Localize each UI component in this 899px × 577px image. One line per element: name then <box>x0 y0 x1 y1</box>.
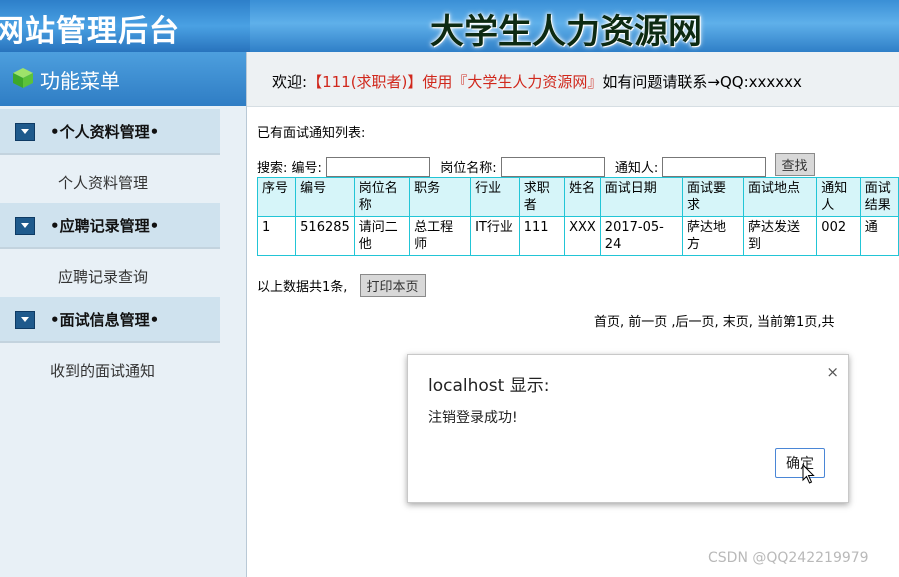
table-header-cell: 面试日期 <box>599 177 683 217</box>
record-count: 以上数据共1条, <box>257 280 348 295</box>
table-header-cell: 面试要求 <box>681 177 744 217</box>
code-label: 编号: <box>291 161 322 176</box>
header-left-banner: 网站管理后台 <box>0 0 250 52</box>
expand-icon <box>15 217 35 235</box>
table-cell: IT行业 <box>470 216 520 256</box>
table-row: 1 516285 请问二他 总工程师 IT行业 111 XXX 2017-05-… <box>256 216 899 256</box>
search-label: 搜索: <box>257 161 288 176</box>
close-icon[interactable]: × <box>826 363 839 381</box>
table-header-cell: 行业 <box>470 177 520 217</box>
ok-button[interactable]: 确定 <box>775 448 825 478</box>
search-button[interactable]: 查找 <box>774 153 815 176</box>
table-header-cell: 面试地点 <box>742 177 818 217</box>
table-cell: 2017-05-24 <box>599 216 683 256</box>
expand-icon <box>15 123 35 141</box>
sidebar-group-label: •面试信息管理• <box>50 311 160 329</box>
list-title: 已有面试通知列表: <box>257 126 366 141</box>
interview-table: 序号 编号 岗位名称 职务 行业 求职者 姓名 面试日期 面试要求 面试地点 通… <box>256 177 899 256</box>
sidebar: 功能菜单 •个人资料管理• 个人资料管理 •应聘记录管理• 应聘记录查询 •面试… <box>0 52 247 577</box>
table-header-cell: 通知人 <box>816 177 861 217</box>
table-header-cell: 求职者 <box>518 177 566 217</box>
watermark: CSDN @QQ242219979 <box>708 550 869 566</box>
sidebar-group-interviews[interactable]: •面试信息管理• <box>0 297 220 343</box>
table-cell: 002 <box>816 216 861 256</box>
table-cell: 萨达发送到 <box>742 216 818 256</box>
table-header-cell: 岗位名称 <box>353 177 411 217</box>
sidebar-group-applications[interactable]: •应聘记录管理• <box>0 203 220 249</box>
table-cell: 111 <box>518 216 566 256</box>
position-input[interactable] <box>500 156 605 177</box>
table-cell: 通 <box>859 216 899 256</box>
welcome-bar: 欢迎:【111(求职者)】使用『大学生人力资源网』如有问题请联系→QQ:xxxx… <box>247 52 899 107</box>
admin-title: 网站管理后台 <box>0 14 180 49</box>
position-label: 岗位名称: <box>440 161 497 176</box>
table-header-cell: 编号 <box>295 177 355 217</box>
cube-icon <box>13 68 33 88</box>
sidebar-group-profile[interactable]: •个人资料管理• <box>0 109 220 155</box>
table-header-cell: 姓名 <box>564 177 601 217</box>
main-content: 已有面试通知列表: 搜索: 编号: 岗位名称: 通知人: 查找 序号 编号 岗位… <box>247 107 899 577</box>
code-input[interactable] <box>326 156 431 177</box>
table-cell: 总工程师 <box>409 216 472 256</box>
table-cell: XXX <box>564 216 601 256</box>
welcome-prefix: 欢迎: <box>272 73 308 91</box>
notifier-input[interactable] <box>662 156 767 177</box>
table-cell: 1 <box>256 216 297 256</box>
table-header-cell: 序号 <box>256 177 297 217</box>
menu-header: 功能菜单 <box>0 52 246 106</box>
table-header-cell: 面试结果 <box>859 177 899 217</box>
table-header-row: 序号 编号 岗位名称 职务 行业 求职者 姓名 面试日期 面试要求 面试地点 通… <box>256 177 899 217</box>
sidebar-item-interview-notices[interactable]: 收到的面试通知 <box>50 360 155 381</box>
table-cell: 萨达地方 <box>681 216 744 256</box>
menu-title: 功能菜单 <box>40 69 120 93</box>
alert-dialog: localhost 显示: × 注销登录成功! 确定 <box>407 354 849 503</box>
search-bar: 搜索: 编号: 岗位名称: 通知人: 查找 <box>257 153 815 177</box>
welcome-text: 欢迎:【111(求职者)】使用『大学生人力资源网』如有问题请联系→QQ:xxxx… <box>272 71 802 92</box>
table-cell: 请问二他 <box>353 216 411 256</box>
mouse-pointer-icon <box>802 464 815 484</box>
top-header: 网站管理后台 大学生人力资源网 <box>0 0 899 52</box>
sidebar-item-application-query[interactable]: 应聘记录查询 <box>58 266 148 287</box>
table-cell: 516285 <box>295 216 355 256</box>
table-header-cell: 职务 <box>409 177 472 217</box>
welcome-user: 【111(求职者)】使用『大学生人力资源网』 <box>307 73 603 91</box>
expand-icon <box>15 311 35 329</box>
pagination[interactable]: 首页, 前一页 ,后一页, 末页, 当前第1页,共 <box>594 311 834 330</box>
welcome-contact: 如有问题请联系→QQ:xxxxxx <box>602 73 802 91</box>
dialog-message: 注销登录成功! <box>428 410 518 426</box>
sidebar-group-label: •个人资料管理• <box>50 123 160 141</box>
summary-row: 以上数据共1条, 打印本页 <box>257 274 426 297</box>
dialog-title: localhost 显示: <box>428 376 550 396</box>
site-title: 大学生人力资源网 <box>430 12 702 52</box>
sidebar-group-label: •应聘记录管理• <box>50 217 160 235</box>
print-button[interactable]: 打印本页 <box>359 274 426 297</box>
sidebar-item-profile-manage[interactable]: 个人资料管理 <box>58 172 148 193</box>
notifier-label: 通知人: <box>614 161 659 176</box>
